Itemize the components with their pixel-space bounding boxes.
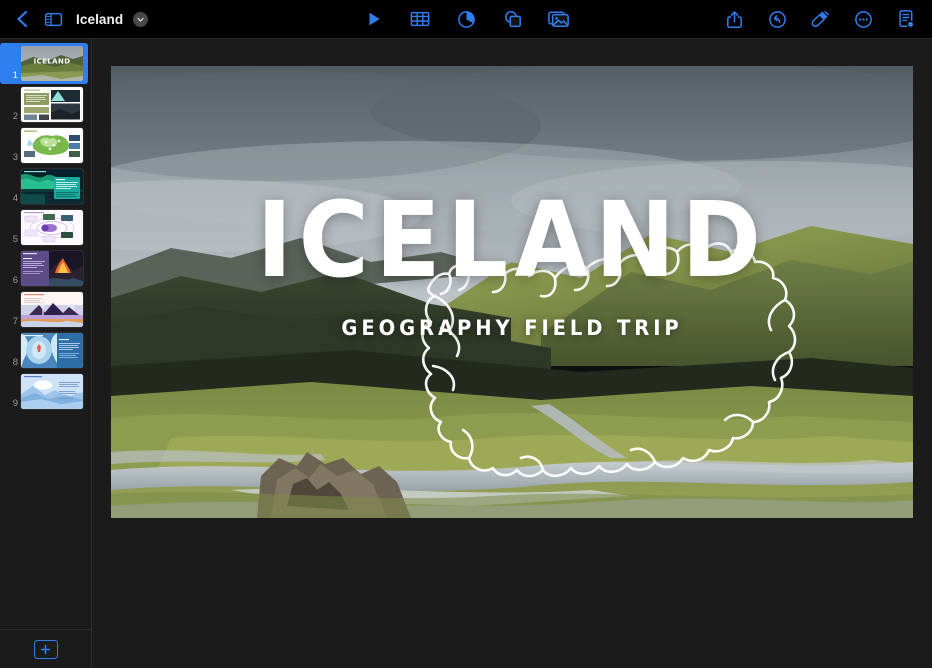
undo-button[interactable] — [764, 6, 790, 32]
slide-number: 4 — [12, 192, 18, 204]
add-slide-button[interactable] — [33, 639, 58, 659]
insert-table-button[interactable] — [407, 6, 433, 32]
slide-thumbnail-list[interactable]: 1 ICELAND 2 3 4 5 6 7 8 9 — [0, 39, 91, 629]
slide-number: 7 — [12, 315, 18, 327]
toolbar-left-group: Iceland — [0, 6, 149, 32]
thumbnail-image — [21, 87, 83, 122]
slide-thumbnail-8[interactable]: 8 — [0, 330, 91, 371]
toolbar-right-group — [721, 6, 932, 32]
thumbnail-image — [21, 374, 83, 409]
insert-chart-button[interactable] — [453, 6, 479, 32]
thumbnail-image — [21, 128, 83, 163]
slide-thumbnail-2[interactable]: 2 — [0, 84, 91, 125]
slide-thumbnail-4[interactable]: 4 — [0, 166, 91, 207]
format-brush-button[interactable] — [807, 6, 833, 32]
thumbnail-image — [21, 292, 83, 327]
insert-media-button[interactable] — [545, 6, 571, 32]
slide-background-photo — [111, 66, 913, 518]
slide-navigator-footer — [0, 629, 91, 668]
slide-number: 5 — [12, 233, 18, 245]
top-toolbar: Iceland — [0, 0, 932, 39]
document-title[interactable]: Iceland — [76, 12, 123, 27]
current-slide[interactable]: ICELAND GEOGRAPHY FIELD TRIP — [111, 66, 913, 518]
slide-number: 9 — [12, 397, 18, 409]
slide-thumbnail-6[interactable]: 6 — [0, 248, 91, 289]
slide-thumbnail-7[interactable]: 7 — [0, 289, 91, 330]
thumbnail-image — [21, 333, 83, 368]
document-options-button[interactable] — [893, 6, 919, 32]
slide-thumbnail-9[interactable]: 9 — [0, 371, 91, 412]
thumbnail-image — [21, 210, 83, 245]
title-menu-chevron-down-icon[interactable] — [133, 11, 149, 27]
more-options-button[interactable] — [850, 6, 876, 32]
sidebar-toggle-icon[interactable] — [40, 6, 66, 32]
slide-navigator: 1 ICELAND 2 3 4 5 6 7 8 9 — [0, 39, 92, 668]
editor-body: 1 ICELAND 2 3 4 5 6 7 8 9 ICELAND GEOGRA… — [0, 39, 932, 668]
slide-thumbnail-5[interactable]: 5 — [0, 207, 91, 248]
slide-number: 6 — [12, 274, 18, 286]
share-button[interactable] — [721, 6, 747, 32]
slide-thumbnail-3[interactable]: 3 — [0, 125, 91, 166]
slide-number: 1 — [12, 69, 18, 81]
slide-number: 8 — [12, 356, 18, 368]
thumbnail-image: ICELAND — [21, 46, 83, 81]
play-button[interactable] — [361, 6, 387, 32]
back-button[interactable] — [10, 6, 36, 32]
slide-number: 2 — [12, 110, 18, 122]
insert-shape-button[interactable] — [499, 6, 525, 32]
slide-thumbnail-1[interactable]: 1 ICELAND — [0, 43, 91, 84]
thumbnail-image — [21, 251, 83, 286]
slide-canvas[interactable]: ICELAND GEOGRAPHY FIELD TRIP — [92, 39, 932, 668]
svg-text:ICELAND: ICELAND — [34, 58, 71, 66]
slide-number: 3 — [12, 151, 18, 163]
thumbnail-image — [21, 169, 83, 204]
keynote-window: Iceland 1 ICELAND 2 3 4 5 6 7 8 9 ICELAN… — [0, 0, 932, 668]
